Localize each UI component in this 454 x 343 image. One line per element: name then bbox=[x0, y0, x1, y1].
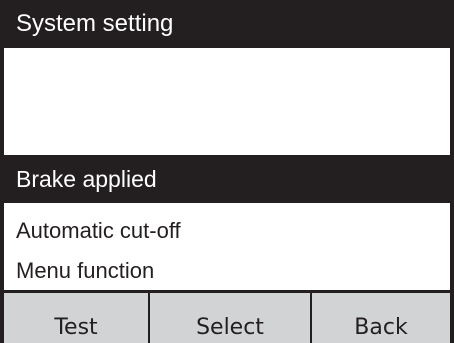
empty-content-area bbox=[4, 48, 450, 155]
menu-item-automatic-cut-off[interactable]: Automatic cut-off bbox=[0, 213, 454, 249]
menu-item-menu-function[interactable]: Menu function bbox=[0, 253, 454, 289]
test-button[interactable]: Test bbox=[4, 293, 148, 343]
screen-title: System setting bbox=[0, 0, 454, 48]
back-button[interactable]: Back bbox=[312, 293, 450, 343]
menu-item-brake-applied[interactable]: Brake applied bbox=[0, 155, 454, 203]
select-button[interactable]: Select bbox=[150, 293, 310, 343]
device-display: System setting Brake applied Automatic c… bbox=[0, 0, 454, 343]
